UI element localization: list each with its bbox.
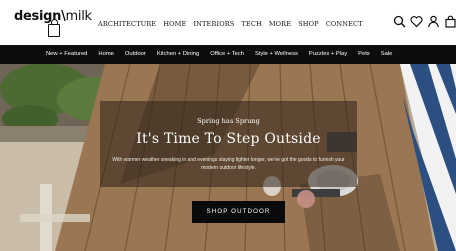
hero-banner: Spring has Sprung It's Time To Step Outs… xyxy=(0,64,456,251)
site-header: design\milk ARCHITECTURE HOME INTERIORS … xyxy=(0,0,456,45)
category-kitchen-dining[interactable]: Kitchen + Dining xyxy=(157,51,199,57)
hero-description: With warmer weather sneaking in and even… xyxy=(112,157,345,171)
category-style-wellness[interactable]: Style + Wellness xyxy=(255,51,298,57)
main-nav: ARCHITECTURE HOME INTERIORS TECH MORE SH… xyxy=(98,20,363,28)
milk-carton-icon xyxy=(48,19,60,37)
nav-item-home[interactable]: HOME xyxy=(163,20,186,28)
category-nav: New + Featured Home Outdoor Kitchen + Di… xyxy=(46,51,392,57)
category-sale[interactable]: Sale xyxy=(381,51,393,57)
nav-item-interiors[interactable]: INTERIORS xyxy=(193,20,234,28)
header-icons xyxy=(393,15,456,28)
nav-item-more[interactable]: MORE xyxy=(269,20,291,28)
search-icon[interactable] xyxy=(393,15,406,28)
category-bar: New + Featured Home Outdoor Kitchen + Di… xyxy=(0,45,456,64)
hero-text-panel: Spring has Sprung It's Time To Step Outs… xyxy=(100,101,357,187)
shop-outdoor-button[interactable]: SHOP OUTDOOR xyxy=(192,201,285,223)
category-pets[interactable]: Pets xyxy=(358,51,370,57)
category-home[interactable]: Home xyxy=(98,51,113,57)
nav-item-connect[interactable]: CONNECT xyxy=(326,20,363,28)
category-office-tech[interactable]: Office + Tech xyxy=(210,51,244,57)
nav-item-tech[interactable]: TECH xyxy=(241,20,261,28)
nav-item-architecture[interactable]: ARCHITECTURE xyxy=(98,20,156,28)
user-icon[interactable] xyxy=(427,15,440,28)
bag-icon[interactable] xyxy=(444,15,456,28)
hero-kicker: Spring has Sprung xyxy=(197,117,260,125)
category-puzzles-play[interactable]: Puzzles + Play xyxy=(309,51,347,57)
category-new-featured[interactable]: New + Featured xyxy=(46,51,87,57)
hero-headline: It's Time To Step Outside xyxy=(136,131,321,147)
category-outdoor[interactable]: Outdoor xyxy=(125,51,146,57)
nav-item-shop[interactable]: SHOP xyxy=(298,20,319,28)
heart-icon[interactable] xyxy=(410,15,423,28)
design-milk-logo[interactable]: design\milk xyxy=(14,9,92,43)
